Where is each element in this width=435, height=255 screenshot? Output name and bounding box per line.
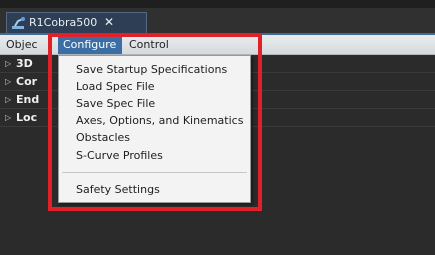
document-tab[interactable]: R1Cobra500 ✕ (6, 12, 147, 33)
expand-arrow-icon[interactable]: ▷ (5, 73, 11, 91)
menu-item-safety-settings[interactable]: Safety Settings (59, 182, 250, 198)
tree-node-label: 3D (16, 57, 33, 70)
expand-arrow-icon[interactable]: ▷ (5, 91, 11, 109)
configure-dropdown-menu: Save Startup Specifications Load Spec Fi… (58, 55, 251, 203)
app-window: R1Cobra500 ✕ Objec Configure Control ▷ 3… (0, 0, 435, 255)
expand-arrow-icon[interactable]: ▷ (5, 55, 11, 73)
tree-node-label: End (16, 93, 40, 106)
menu-item-axes-options-kinematics[interactable]: Axes, Options, and Kinematics (59, 113, 250, 129)
close-icon[interactable]: ✕ (104, 13, 114, 32)
expand-arrow-icon[interactable]: ▷ (5, 109, 11, 127)
tree-node-label: Loc (16, 111, 38, 124)
menu-control[interactable]: Control (125, 35, 173, 54)
robot-icon (12, 17, 25, 29)
menu-item-load-spec-file[interactable]: Load Spec File (59, 79, 250, 95)
menu-item-s-curve-profiles[interactable]: S-Curve Profiles (59, 148, 250, 164)
document-tab-title: R1Cobra500 (29, 16, 98, 29)
menu-item-obstacles[interactable]: Obstacles (59, 130, 250, 146)
menu-bar: Objec Configure Control (0, 35, 435, 55)
menu-separator (62, 172, 247, 173)
document-tab-strip: R1Cobra500 ✕ (0, 8, 435, 33)
menu-configure[interactable]: Configure (58, 35, 122, 54)
menu-item-save-startup-specifications[interactable]: Save Startup Specifications (59, 62, 250, 78)
menu-objects[interactable]: Objec (2, 35, 60, 54)
tree-node-label: Cor (16, 75, 38, 88)
menu-item-save-spec-file[interactable]: Save Spec File (59, 96, 250, 112)
title-strip (0, 0, 435, 8)
